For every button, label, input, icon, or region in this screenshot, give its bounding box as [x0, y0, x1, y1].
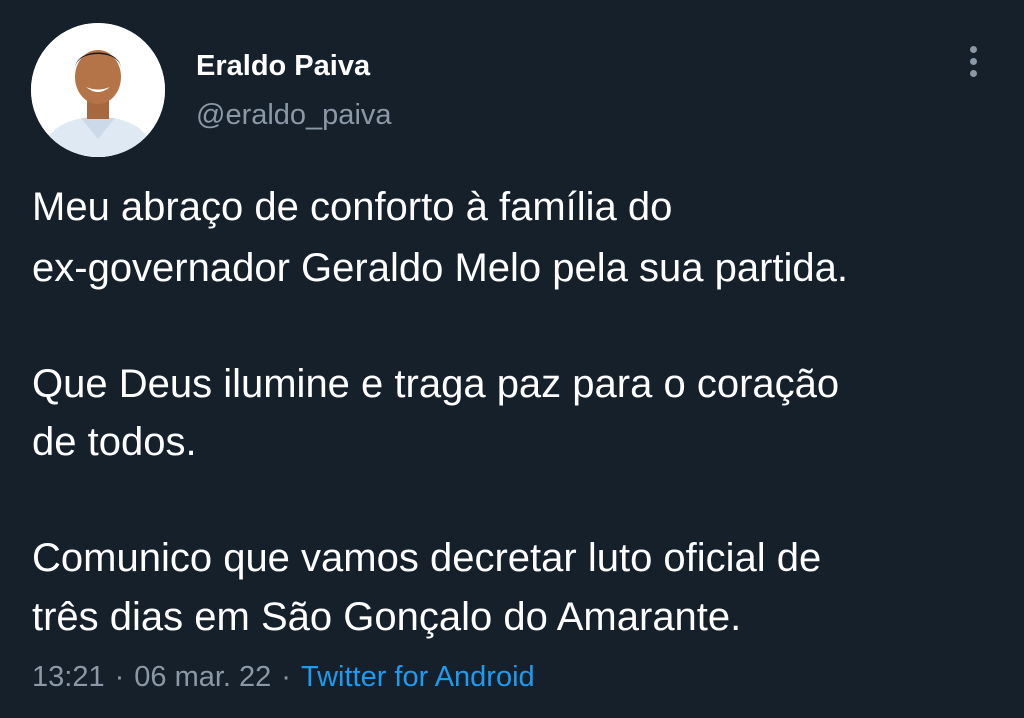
- tweet-text-line: de todos.: [32, 420, 197, 464]
- tweet-date[interactable]: 06 mar. 22: [134, 661, 271, 693]
- tweet-time: 13:21: [32, 661, 105, 693]
- tweet-text-line: Meu abraço de conforto à família do: [32, 185, 673, 229]
- author-handle[interactable]: @eraldo_paiva: [196, 99, 392, 132]
- tweet-text-line: Que Deus ilumine e traga paz para o cora…: [32, 362, 840, 406]
- more-dot: [970, 58, 977, 65]
- meta-separator: ·: [281, 661, 291, 693]
- meta-separator: ·: [114, 661, 125, 693]
- more-dot: [970, 46, 977, 53]
- more-vertical-icon[interactable]: [958, 42, 990, 82]
- avatar[interactable]: [31, 23, 165, 157]
- profile-photo: [31, 23, 165, 157]
- tweet-text-line: três dias em São Gonçalo do Amarante.: [32, 595, 742, 639]
- tweet-text-line: Comunico que vamos decretar luto oficial…: [32, 536, 822, 580]
- tweet-text-line: ex-governador Geraldo Melo pela sua part…: [32, 246, 849, 290]
- author-name[interactable]: Eraldo Paiva: [196, 50, 370, 83]
- more-dot: [970, 70, 977, 77]
- tweet-card: Eraldo Paiva @eraldo_paiva Meu abraço de…: [0, 0, 1024, 718]
- tweet-source-link[interactable]: Twitter for Android: [301, 661, 535, 693]
- tweet-meta: 13:21 · 06 mar. 22 · Twitter for Android: [32, 661, 535, 693]
